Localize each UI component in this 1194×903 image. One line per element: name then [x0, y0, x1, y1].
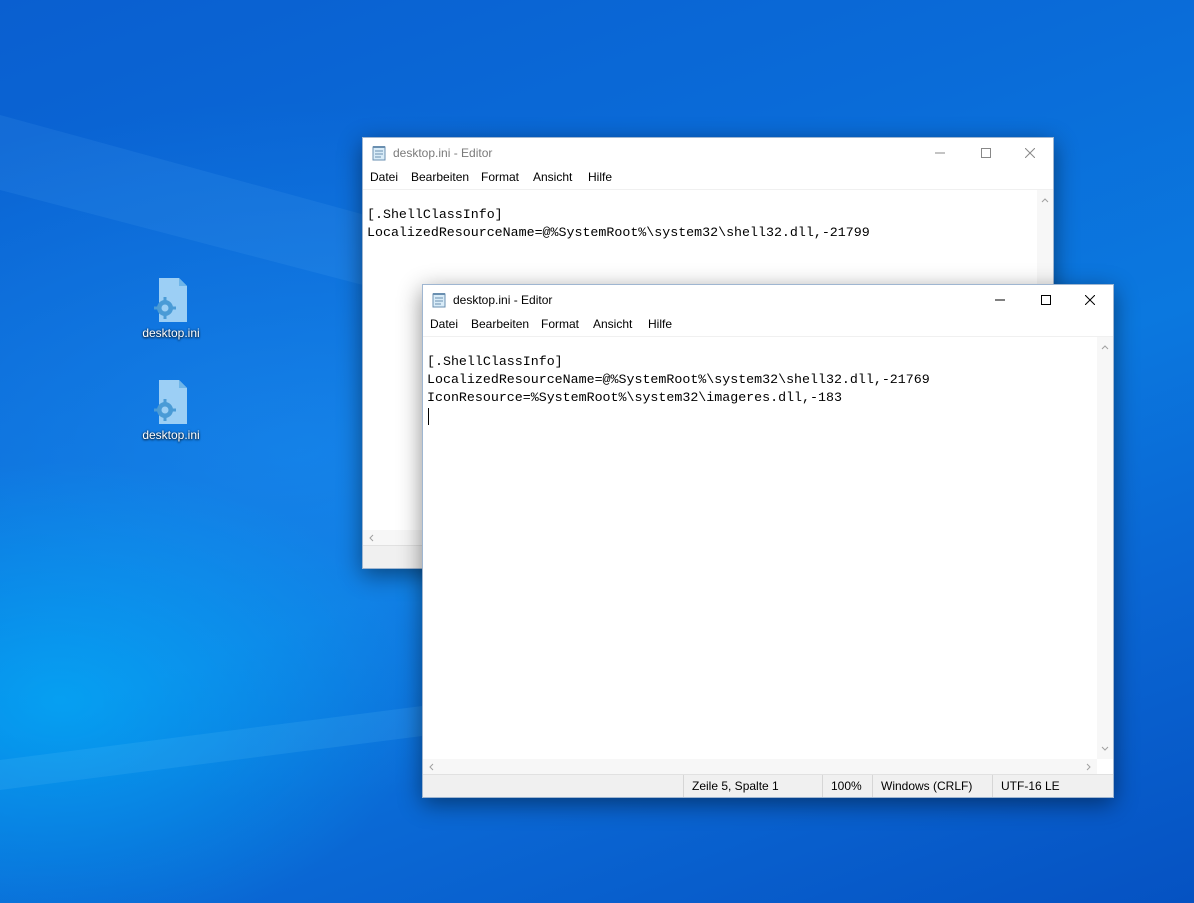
- settings-file-icon: [151, 380, 191, 426]
- desktop-icon-label: desktop.ini: [142, 428, 200, 442]
- menu-bar: Datei Bearbeiten Format Ansicht Hilfe: [423, 315, 1113, 337]
- window-title: desktop.ini - Editor: [393, 146, 493, 160]
- maximize-icon: [1041, 295, 1051, 305]
- text-area[interactable]: [.ShellClassInfo] LocalizedResourceName=@…: [427, 353, 930, 407]
- desktop-icon-label: desktop.ini: [142, 326, 200, 340]
- notepad-icon: [372, 146, 386, 161]
- status-zoom: 100%: [822, 775, 871, 797]
- menu-hilfe[interactable]: Hilfe: [588, 170, 612, 184]
- minimize-icon: [995, 299, 1005, 301]
- scroll-right-icon: [1086, 763, 1091, 771]
- title-bar[interactable]: desktop.ini - Editor: [423, 285, 1113, 315]
- status-cursor-position: Zeile 5, Spalte 1: [683, 775, 822, 797]
- maximize-button[interactable]: [963, 138, 1009, 168]
- close-icon: [1085, 295, 1095, 305]
- status-encoding: UTF-16 LE: [992, 775, 1101, 797]
- text-area[interactable]: [.ShellClassInfo] LocalizedResourceName=@…: [367, 206, 870, 242]
- text-caret: [428, 408, 429, 425]
- maximize-button[interactable]: [1023, 285, 1069, 315]
- status-line-ending: Windows (CRLF): [872, 775, 991, 797]
- menu-datei[interactable]: Datei: [430, 317, 458, 331]
- menu-separator: [363, 189, 1053, 190]
- horizontal-scrollbar[interactable]: [423, 759, 1097, 775]
- scroll-up-icon: [1041, 198, 1049, 203]
- text-line: LocalizedResourceName=@%SystemRoot%\syst…: [367, 225, 870, 240]
- vertical-scrollbar[interactable]: [1097, 337, 1113, 759]
- menu-separator: [423, 336, 1113, 337]
- menu-ansicht[interactable]: Ansicht: [533, 170, 572, 184]
- menu-bearbeiten[interactable]: Bearbeiten: [471, 317, 529, 331]
- notepad-icon: [432, 293, 446, 308]
- text-line: [.ShellClassInfo]: [427, 354, 563, 369]
- menu-datei[interactable]: Datei: [370, 170, 398, 184]
- desktop-icon-desktop-ini-2[interactable]: desktop.ini: [131, 380, 211, 442]
- title-bar[interactable]: desktop.ini - Editor: [363, 138, 1053, 168]
- desktop-icon-desktop-ini-1[interactable]: desktop.ini: [131, 278, 211, 340]
- notepad-window-front[interactable]: desktop.ini - Editor Datei Bearbeiten Fo…: [422, 284, 1114, 798]
- menu-bearbeiten[interactable]: Bearbeiten: [411, 170, 469, 184]
- menu-format[interactable]: Format: [481, 170, 519, 184]
- menu-format[interactable]: Format: [541, 317, 579, 331]
- minimize-button[interactable]: [977, 285, 1023, 315]
- settings-file-icon: [151, 278, 191, 324]
- scroll-up-icon: [1101, 345, 1109, 350]
- text-line: [.ShellClassInfo]: [367, 207, 503, 222]
- scroll-left-icon: [369, 534, 374, 542]
- menu-ansicht[interactable]: Ansicht: [593, 317, 632, 331]
- scroll-down-icon: [1101, 746, 1109, 751]
- text-line: LocalizedResourceName=@%SystemRoot%\syst…: [427, 372, 930, 387]
- close-button[interactable]: [1067, 285, 1113, 315]
- menu-hilfe[interactable]: Hilfe: [648, 317, 672, 331]
- status-bar: Zeile 5, Spalte 1 100% Windows (CRLF) UT…: [423, 774, 1113, 797]
- maximize-icon: [981, 148, 991, 158]
- minimize-icon: [935, 152, 945, 154]
- scroll-left-icon: [429, 763, 434, 771]
- window-title: desktop.ini - Editor: [453, 293, 553, 307]
- menu-bar: Datei Bearbeiten Format Ansicht Hilfe: [363, 168, 1053, 190]
- close-icon: [1025, 148, 1035, 158]
- minimize-button[interactable]: [917, 138, 963, 168]
- close-button[interactable]: [1007, 138, 1053, 168]
- text-line: IconResource=%SystemRoot%\system32\image…: [427, 390, 842, 405]
